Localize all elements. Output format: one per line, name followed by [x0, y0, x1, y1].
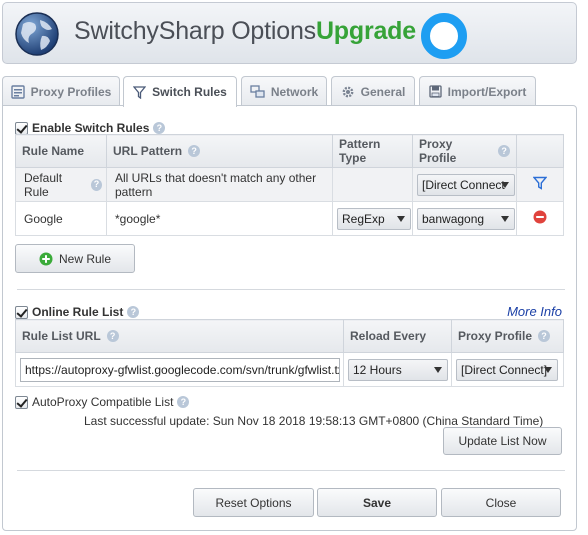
default-rule-name: Default Rule — [24, 170, 63, 199]
status-ring-icon — [421, 13, 467, 59]
help-icon[interactable]: ? — [188, 145, 201, 157]
reload-every-select[interactable]: 12 Hours — [348, 358, 448, 381]
online-rule-list-row: Online Rule List ? — [15, 305, 140, 319]
online-proxy-profile-select[interactable]: [Direct Connect] — [456, 358, 558, 381]
rule-pattern[interactable]: *google* — [106, 201, 333, 236]
upgrade-link[interactable]: Upgrade — [316, 17, 416, 45]
close-button[interactable]: Close — [441, 488, 561, 517]
reset-options-button[interactable]: Reset Options — [193, 488, 314, 517]
tab-label: Switch Rules — [152, 85, 227, 99]
tab-label: Import/Export — [447, 84, 527, 99]
delete-icon[interactable] — [533, 210, 547, 224]
switch-rules-panel: Enable Switch Rules ? Rule Name URL Patt… — [2, 105, 577, 531]
divider — [17, 289, 565, 290]
enable-switch-rules-checkbox[interactable] — [15, 121, 28, 135]
online-rule-list-checkbox[interactable] — [15, 305, 28, 319]
default-rule-type — [332, 167, 413, 202]
help-icon[interactable]: ? — [153, 122, 166, 134]
tab-proxy-profiles[interactable]: Proxy Profiles — [2, 76, 120, 106]
col-rule-name: Rule Name — [15, 134, 107, 168]
default-rule-row: Default Rule? All URLs that doesn't matc… — [15, 167, 564, 202]
rule-list-url-input[interactable]: https://autoproxy-gfwlist.googlecode.com… — [20, 357, 340, 382]
tab-label: General — [360, 84, 406, 99]
help-icon[interactable]: ? — [106, 330, 119, 342]
network-icon — [250, 84, 265, 98]
col-url-pattern: URL Pattern? — [106, 134, 333, 168]
help-icon[interactable]: ? — [538, 330, 551, 342]
add-icon — [39, 252, 53, 265]
online-list-table: Rule List URL? Reload Every Proxy Profil… — [15, 319, 564, 387]
default-rule-profile-select[interactable]: [Direct Connect — [417, 173, 515, 196]
save-button[interactable]: Save — [317, 488, 437, 517]
help-icon[interactable]: ? — [498, 145, 510, 157]
last-update-status: Last successful update: Sun Nov 18 2018 … — [84, 414, 544, 428]
col-actions — [516, 134, 564, 168]
app-header: SwitchySharp OptionsUpgrade — [2, 2, 577, 64]
tab-label: Proxy Profiles — [30, 84, 112, 99]
app-title: SwitchySharp OptionsUpgrade — [74, 17, 416, 46]
update-list-now-button[interactable]: Update List Now — [443, 427, 562, 455]
tab-import-export[interactable]: Import/Export — [419, 76, 536, 106]
enable-switch-rules-label: Enable Switch Rules — [32, 121, 150, 135]
new-rule-button[interactable]: New Rule — [15, 244, 135, 273]
help-icon[interactable]: ? — [177, 396, 190, 408]
funnel-icon — [133, 85, 147, 99]
rules-table: Rule Name URL Pattern? Pattern Type Prox… — [15, 134, 564, 236]
gear-icon — [342, 86, 354, 97]
autoproxy-row: AutoProxy Compatible List ? — [15, 395, 190, 409]
tab-network[interactable]: Network — [241, 76, 327, 106]
online-list-header: Rule List URL? Reload Every Proxy Profil… — [15, 319, 564, 353]
help-icon[interactable]: ? — [127, 306, 140, 318]
tab-label: Network — [270, 84, 319, 99]
help-icon[interactable]: ? — [90, 178, 102, 191]
default-rule-pattern: All URLs that doesn't match any other pa… — [106, 167, 333, 202]
tab-switch-rules[interactable]: Switch Rules — [123, 76, 237, 107]
col-rule-list-url: Rule List URL? — [15, 319, 344, 353]
divider — [17, 470, 565, 471]
tab-bar: Proxy Profiles Switch Rules Network Gene… — [2, 76, 577, 107]
online-list-row: https://autoproxy-gfwlist.googlecode.com… — [15, 352, 564, 387]
rules-table-header: Rule Name URL Pattern? Pattern Type Prox… — [15, 134, 564, 168]
globe-icon — [15, 12, 59, 56]
rule-profile-select[interactable]: banwagong — [417, 207, 515, 230]
filter-icon[interactable] — [532, 176, 548, 190]
col-pattern-type: Pattern Type — [332, 134, 413, 168]
col-online-proxy-profile: Proxy Profile? — [451, 319, 564, 353]
col-reload-every: Reload Every — [343, 319, 452, 353]
floppy-icon — [429, 85, 442, 98]
rule-pattern-type-select[interactable]: RegExp — [337, 207, 411, 230]
tab-general[interactable]: General — [331, 76, 415, 106]
col-proxy-profile: Proxy Profile? — [412, 134, 517, 168]
more-info-link[interactable]: More Info — [507, 304, 562, 319]
rule-row-google: Google *google* RegExp banwagong — [15, 201, 564, 236]
app-title-text: SwitchySharp Options — [74, 17, 316, 45]
online-rule-list-label: Online Rule List — [32, 305, 124, 319]
enable-switch-rules-row: Enable Switch Rules ? — [15, 121, 166, 135]
autoproxy-label: AutoProxy Compatible List — [32, 395, 174, 409]
rule-name[interactable]: Google — [15, 201, 107, 236]
profiles-icon — [10, 84, 25, 99]
autoproxy-checkbox[interactable] — [15, 395, 28, 409]
